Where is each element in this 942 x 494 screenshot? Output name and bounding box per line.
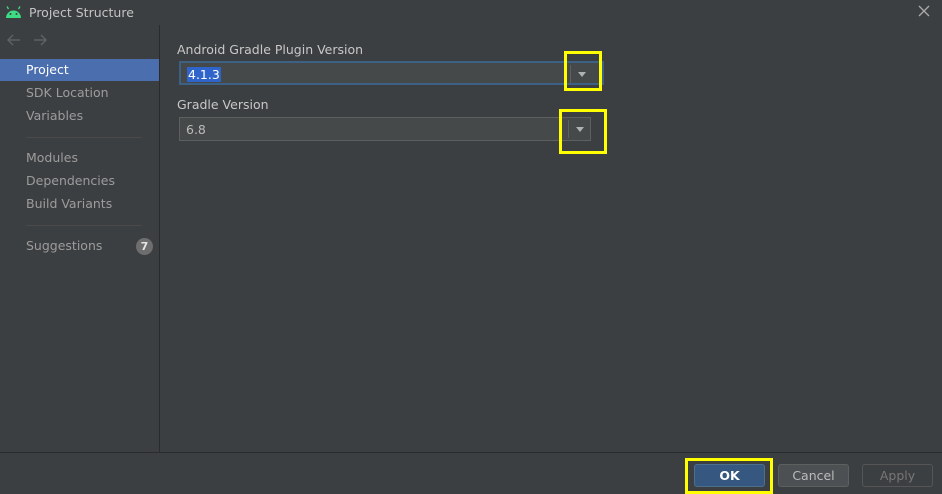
window-title: Project Structure — [29, 5, 134, 20]
sidebar-item-build-variants[interactable]: Build Variants — [0, 193, 159, 215]
gradle-version-value[interactable]: 6.8 — [186, 122, 206, 137]
sidebar: Project SDK Location Variables Modules D… — [0, 25, 160, 452]
suggestions-count-badge: 7 — [136, 238, 153, 255]
main-panel: Android Gradle Plugin Version 4.1.3 Grad… — [161, 25, 942, 452]
apply-button[interactable]: Apply — [862, 464, 933, 487]
cancel-button[interactable]: Cancel — [778, 464, 849, 487]
sidebar-item-sdk-location[interactable]: SDK Location — [0, 82, 159, 104]
sidebar-item-variables[interactable]: Variables — [0, 105, 159, 127]
forward-arrow-icon[interactable] — [32, 33, 48, 47]
agp-dropdown-arrow-icon[interactable] — [570, 65, 592, 83]
sidebar-item-dependencies[interactable]: Dependencies — [0, 170, 159, 192]
gradle-version-label: Gradle Version — [177, 97, 269, 112]
sidebar-item-project[interactable]: Project — [0, 59, 159, 81]
sidebar-item-modules[interactable]: Modules — [0, 147, 159, 169]
ok-button[interactable]: OK — [694, 464, 765, 487]
dialog-footer: OK Cancel Apply — [0, 452, 942, 494]
title-bar: Project Structure — [0, 0, 942, 25]
gradle-version-combo[interactable]: 6.8 — [179, 117, 591, 141]
agp-version-label: Android Gradle Plugin Version — [177, 42, 364, 57]
android-icon — [5, 5, 22, 19]
agp-version-value[interactable]: 4.1.3 — [187, 67, 221, 82]
back-arrow-icon[interactable] — [6, 33, 22, 47]
sidebar-item-suggestions[interactable]: Suggestions 7 — [0, 235, 159, 257]
close-icon[interactable] — [917, 4, 931, 18]
gradle-dropdown-arrow-icon[interactable] — [568, 120, 590, 138]
sidebar-divider — [26, 225, 142, 226]
sidebar-divider — [26, 137, 142, 138]
agp-version-combo[interactable]: 4.1.3 — [179, 61, 604, 85]
sidebar-item-label: Suggestions — [26, 238, 103, 253]
